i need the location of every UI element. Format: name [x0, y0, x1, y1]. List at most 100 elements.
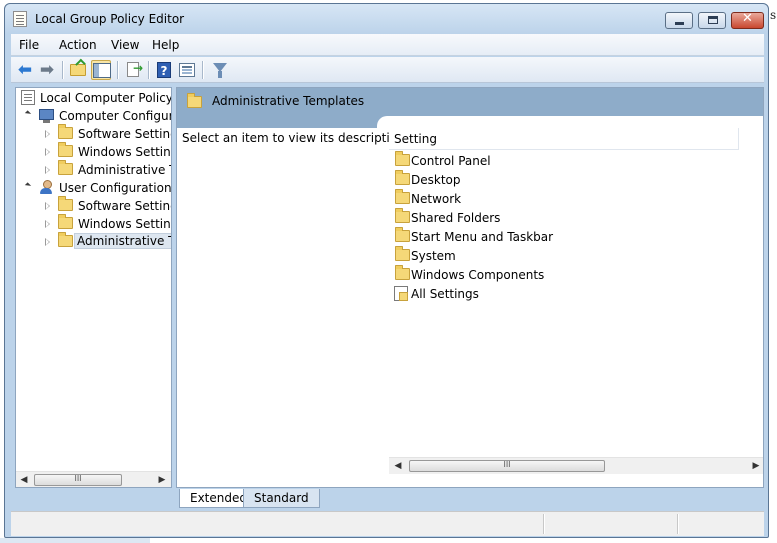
- menu-view[interactable]: View: [108, 38, 142, 52]
- tree-item-label: Software Settings: [78, 127, 171, 141]
- minimize-button[interactable]: [665, 12, 693, 29]
- scroll-thumb[interactable]: III: [34, 474, 122, 486]
- scroll-left-icon[interactable]: ◀: [17, 473, 31, 487]
- content-area: Local Computer Policy Computer Configura…: [11, 84, 764, 509]
- list-item-label: All Settings: [411, 287, 479, 301]
- tree-item-label: Administrative Te: [74, 233, 171, 249]
- list-item-shared-folders[interactable]: Shared Folders: [393, 208, 593, 228]
- maximize-icon: [708, 16, 718, 24]
- folder-icon: [58, 142, 73, 157]
- collapsed-arrow-icon[interactable]: [45, 220, 50, 228]
- maximize-button[interactable]: [698, 12, 726, 29]
- tree-item-label: Local Computer Policy: [40, 91, 172, 105]
- details-title: Administrative Templates: [212, 94, 365, 108]
- folder-icon: [187, 93, 202, 108]
- title-bar[interactable]: Local Group Policy Editor ✕: [5, 4, 768, 34]
- list-item-control-panel[interactable]: Control Panel: [393, 151, 593, 171]
- scroll-grip: III: [503, 460, 511, 469]
- folder-icon: [395, 227, 410, 242]
- list-item-network[interactable]: Network: [393, 189, 593, 209]
- tree-item-software-settings[interactable]: Software Settings: [16, 124, 171, 143]
- folder-icon: [58, 232, 73, 247]
- tree-item-local-computer-policy[interactable]: Local Computer Policy: [16, 89, 172, 107]
- status-divider: [543, 514, 544, 534]
- properties-button[interactable]: [177, 60, 197, 80]
- tree-item-windows-settings[interactable]: Windows Setting: [16, 214, 172, 233]
- list-item-desktop[interactable]: Desktop: [393, 170, 593, 190]
- tab-standard[interactable]: Standard: [243, 489, 320, 508]
- menu-file[interactable]: File: [16, 38, 42, 52]
- toolbar-separator: [117, 61, 118, 79]
- folder-icon: [395, 189, 410, 204]
- folder-icon: [58, 160, 73, 175]
- list-item-label: Windows Components: [411, 268, 545, 282]
- window-title: Local Group Policy Editor: [35, 12, 185, 26]
- folder-icon: [395, 265, 410, 280]
- collapsed-arrow-icon[interactable]: [45, 130, 50, 138]
- help-icon: ?: [157, 62, 171, 78]
- tree-pane: Local Computer Policy Computer Configura…: [15, 87, 172, 488]
- list-horizontal-scrollbar[interactable]: ◀ III ▶: [389, 457, 763, 474]
- back-arrow-icon[interactable]: ⬅: [15, 60, 35, 80]
- expanded-arrow-icon[interactable]: [24, 182, 32, 189]
- menu-bar: File Action View Help: [11, 34, 764, 56]
- status-divider: [677, 514, 678, 534]
- folder-icon: [58, 196, 73, 211]
- all-settings-icon: [394, 286, 408, 301]
- filter-button[interactable]: [209, 60, 229, 80]
- help-button[interactable]: ?: [154, 60, 174, 80]
- close-button[interactable]: ✕: [731, 11, 764, 29]
- show-hide-tree-icon: [93, 63, 111, 78]
- collapsed-arrow-icon[interactable]: [45, 148, 50, 156]
- folder-icon: [395, 151, 410, 166]
- toolbar: ⬅ ➡ ?: [11, 57, 764, 83]
- collapsed-arrow-icon[interactable]: [45, 166, 50, 174]
- toolbar-separator: [202, 61, 203, 79]
- list-item-label: System: [411, 249, 456, 263]
- export-list-icon: [127, 61, 143, 77]
- forward-arrow-icon[interactable]: ➡: [37, 60, 57, 80]
- tree-horizontal-scrollbar[interactable]: ◀ III ▶: [16, 471, 171, 487]
- scroll-right-icon[interactable]: ▶: [155, 473, 169, 487]
- main-window: Local Group Policy Editor ✕ File Action …: [4, 3, 769, 538]
- scroll-left-icon[interactable]: ◀: [391, 459, 405, 473]
- properties-icon: [179, 63, 195, 77]
- document-icon: [21, 90, 35, 105]
- bottom-strip: [0, 538, 150, 543]
- tree-item-windows-settings[interactable]: Windows Setting: [16, 142, 172, 161]
- folder-icon: [395, 208, 410, 223]
- description-panel: [177, 116, 763, 476]
- show-hide-tree-button[interactable]: [91, 60, 111, 80]
- list-item-windows-components[interactable]: Windows Components: [393, 265, 593, 285]
- list-item-label: Control Panel: [411, 154, 491, 168]
- collapsed-arrow-icon[interactable]: [45, 202, 50, 210]
- folder-icon: [58, 214, 73, 229]
- collapsed-arrow-icon[interactable]: [45, 238, 50, 246]
- tree-item-software-settings[interactable]: Software Settings: [16, 196, 171, 215]
- list-item-label: Start Menu and Taskbar: [411, 230, 554, 244]
- expanded-arrow-icon[interactable]: [24, 110, 32, 117]
- export-list-button[interactable]: [124, 60, 144, 80]
- up-folder-button[interactable]: [68, 60, 88, 80]
- menu-action[interactable]: Action: [56, 38, 100, 52]
- scroll-right-icon[interactable]: ▶: [749, 459, 763, 473]
- tree-item-label: Windows Setting: [78, 145, 172, 159]
- list-item-all-settings[interactable]: All Settings: [393, 285, 593, 304]
- column-divider[interactable]: [738, 128, 739, 150]
- details-pane: Administrative Templates Select an item …: [176, 87, 764, 488]
- settings-list: Setting Control Panel Desktop Network Sh…: [389, 128, 763, 475]
- column-header-setting[interactable]: Setting: [389, 128, 739, 150]
- tree-item-administrative-templates[interactable]: Administrative Te: [16, 160, 171, 179]
- tree-item-user-configuration[interactable]: User Configuration: [16, 179, 171, 197]
- view-tabs: Extended Standard: [11, 489, 764, 509]
- scroll-grip: III: [74, 474, 82, 483]
- tree-item-computer-configuration[interactable]: Computer Configura: [16, 107, 171, 125]
- tree-item-administrative-templates-selected[interactable]: Administrative Te: [16, 232, 171, 251]
- scroll-thumb[interactable]: III: [409, 460, 605, 472]
- list-item-system[interactable]: System: [393, 246, 593, 266]
- folder-icon: [395, 170, 410, 185]
- filter-icon: [213, 63, 227, 78]
- list-item-start-menu-and-taskbar[interactable]: Start Menu and Taskbar: [393, 227, 593, 247]
- tree-item-label: Windows Setting: [78, 217, 172, 231]
- menu-help[interactable]: Help: [149, 38, 182, 52]
